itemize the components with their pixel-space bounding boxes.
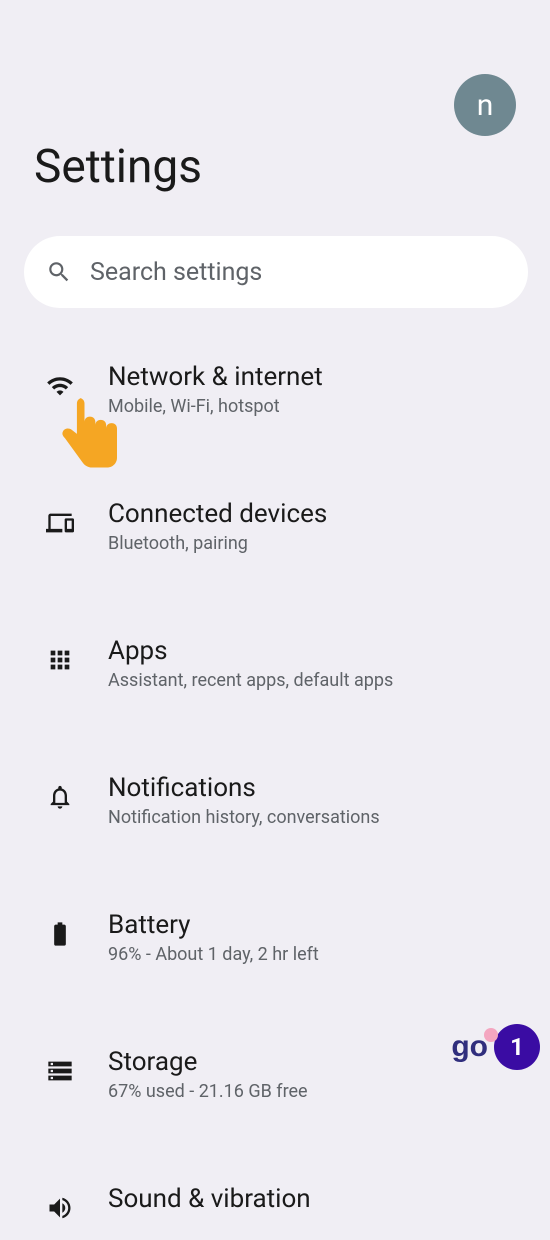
search-icon — [46, 259, 72, 285]
setting-title: Apps — [108, 636, 522, 666]
setting-subtitle: Assistant, recent apps, default apps — [108, 670, 522, 691]
setting-title: Network & internet — [108, 362, 522, 392]
storage-icon — [44, 1055, 76, 1087]
devices-icon — [44, 507, 76, 539]
battery-icon — [44, 918, 76, 950]
volume-icon — [44, 1192, 76, 1224]
step-badge: 1 — [494, 1024, 540, 1070]
setting-subtitle: Notification history, conversations — [108, 807, 522, 828]
setting-title: Connected devices — [108, 499, 522, 529]
setting-title: Battery — [108, 910, 522, 940]
account-avatar[interactable]: n — [454, 74, 516, 136]
settings-list: Network & internet Mobile, Wi-Fi, hotspo… — [0, 346, 550, 1080]
setting-subtitle: Bluetooth, pairing — [108, 533, 522, 554]
setting-subtitle: Mobile, Wi-Fi, hotspot — [108, 396, 522, 417]
setting-subtitle: 67% used - 21.16 GB free — [108, 1081, 522, 1102]
setting-battery[interactable]: Battery 96% - About 1 day, 2 hr left — [0, 894, 550, 981]
go-logo: go — [451, 1030, 488, 1064]
apps-icon — [44, 644, 76, 676]
setting-subtitle: 96% - About 1 day, 2 hr left — [108, 944, 522, 965]
setting-title: Sound & vibration — [108, 1184, 522, 1214]
search-placeholder: Search settings — [90, 258, 262, 287]
search-settings[interactable]: Search settings — [24, 236, 528, 308]
setting-connected-devices[interactable]: Connected devices Bluetooth, pairing — [0, 483, 550, 570]
bell-icon — [44, 781, 76, 813]
setting-sound-vibration[interactable]: Sound & vibration — [0, 1168, 550, 1240]
tutorial-overlay: go 1 — [451, 1024, 540, 1070]
page-title: Settings — [34, 140, 202, 194]
setting-title: Notifications — [108, 773, 522, 803]
setting-notifications[interactable]: Notifications Notification history, conv… — [0, 757, 550, 844]
setting-apps[interactable]: Apps Assistant, recent apps, default app… — [0, 620, 550, 707]
setting-network-internet[interactable]: Network & internet Mobile, Wi-Fi, hotspo… — [0, 346, 550, 433]
wifi-icon — [44, 370, 76, 402]
